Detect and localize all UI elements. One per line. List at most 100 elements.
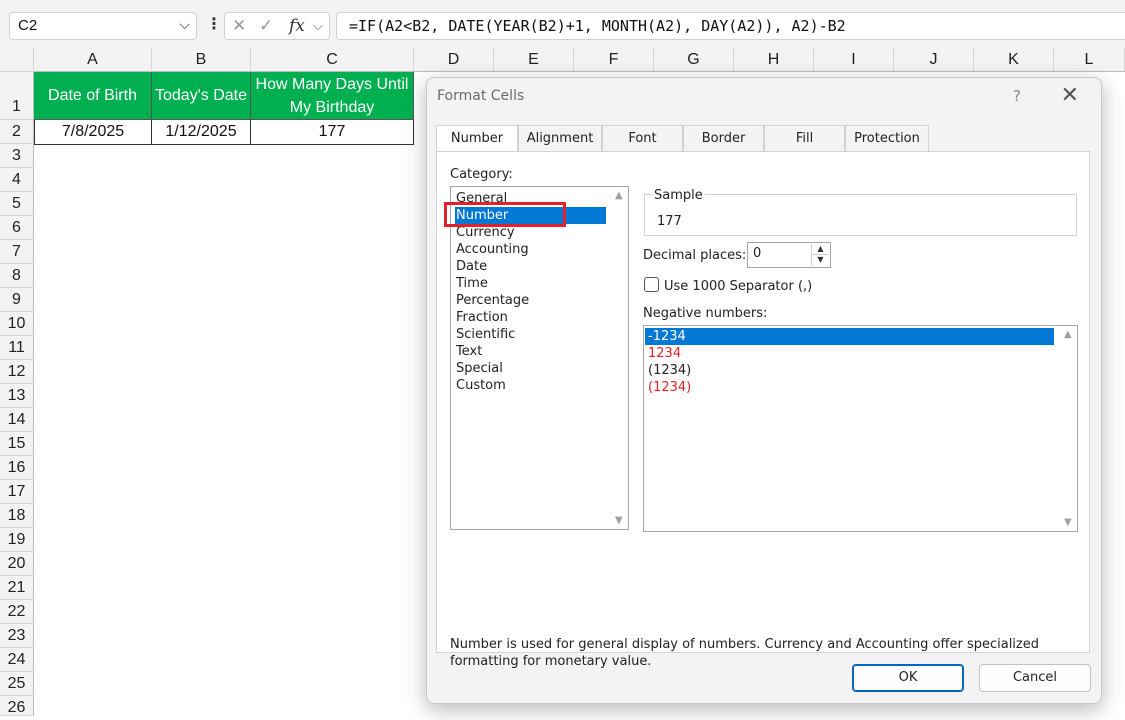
tab-alignment[interactable]: Alignment — [518, 125, 602, 151]
row-header-12[interactable]: 12 — [0, 360, 34, 384]
ok-button[interactable]: OK — [852, 664, 964, 692]
column-header-f[interactable]: F — [574, 48, 654, 72]
row-header-3[interactable]: 3 — [0, 144, 34, 168]
category-item-special[interactable]: Special — [455, 360, 606, 377]
row-header-24[interactable]: 24 — [0, 648, 34, 672]
row-header-15[interactable]: 15 — [0, 432, 34, 456]
category-item-scientific[interactable]: Scientific — [455, 326, 606, 343]
scroll-down-icon[interactable]: ▼ — [1064, 517, 1072, 528]
row-header-6[interactable]: 6 — [0, 216, 34, 240]
row-header-8[interactable]: 8 — [0, 264, 34, 288]
increment-icon[interactable]: ▲ — [812, 244, 829, 255]
category-item-date[interactable]: Date — [455, 258, 606, 275]
format-cells-dialog: Format Cells ? ✕ Number Alignment Font B… — [426, 77, 1102, 704]
column-header-g[interactable]: G — [654, 48, 734, 72]
insert-function-icon[interactable]: fx — [289, 16, 305, 36]
tab-fill[interactable]: Fill — [764, 125, 845, 151]
column-header-h[interactable]: H — [734, 48, 814, 72]
column-header-a[interactable]: A — [34, 48, 152, 72]
category-list[interactable]: General Number Currency Accounting Date … — [450, 186, 629, 530]
row-header-25[interactable]: 25 — [0, 672, 34, 696]
column-header-e[interactable]: E — [494, 48, 574, 72]
negative-numbers-scrollbar[interactable]: ▲ ▼ — [1061, 326, 1077, 531]
scroll-up-icon[interactable]: ▲ — [1064, 329, 1072, 340]
enter-icon[interactable]: ✓ — [259, 16, 273, 36]
row-header-13[interactable]: 13 — [0, 384, 34, 408]
close-icon[interactable]: ✕ — [1061, 83, 1079, 108]
formula-input[interactable]: =IF(A2<B2, DATE(YEAR(B2)+1, MONTH(A2), D… — [336, 12, 1125, 40]
row-header-19[interactable]: 19 — [0, 528, 34, 552]
category-item-fraction[interactable]: Fraction — [455, 309, 606, 326]
sample-value: 177 — [657, 214, 682, 229]
category-item-time[interactable]: Time — [455, 275, 606, 292]
cancel-icon[interactable]: ✕ — [232, 16, 246, 36]
category-item-percentage[interactable]: Percentage — [455, 292, 606, 309]
cell-a1[interactable]: Date of Birth — [34, 72, 152, 120]
name-box-value: C2 — [18, 17, 38, 34]
row-header-1[interactable]: 1 — [0, 72, 34, 120]
column-header-b[interactable]: B — [152, 48, 251, 72]
selection-highlight-box — [444, 202, 566, 227]
decimal-places-stepper[interactable]: 0 ▲ ▼ — [747, 242, 831, 268]
row-header-16[interactable]: 16 — [0, 456, 34, 480]
dialog-title: Format Cells — [437, 88, 525, 104]
row-header-5[interactable]: 5 — [0, 192, 34, 216]
column-header-l[interactable]: L — [1054, 48, 1125, 72]
row-header-2[interactable]: 2 — [0, 120, 34, 144]
row-header-10[interactable]: 10 — [0, 312, 34, 336]
row-header-9[interactable]: 9 — [0, 288, 34, 312]
cell-c1[interactable]: How Many Days Until My Birthday — [251, 72, 414, 120]
tab-font[interactable]: Font — [602, 125, 683, 151]
column-header-i[interactable]: I — [814, 48, 894, 72]
column-header-k[interactable]: K — [974, 48, 1054, 72]
category-scrollbar[interactable]: ▲ ▼ — [612, 187, 628, 529]
scroll-down-icon[interactable]: ▼ — [615, 515, 623, 526]
category-item-accounting[interactable]: Accounting — [455, 241, 606, 258]
negative-option-3[interactable]: (1234) — [645, 362, 691, 379]
row-header-17[interactable]: 17 — [0, 480, 34, 504]
more-options-icon[interactable]: ⋮ — [206, 14, 222, 33]
cancel-button[interactable]: Cancel — [979, 664, 1091, 692]
column-header-c[interactable]: C — [251, 48, 414, 72]
category-item-custom[interactable]: Custom — [455, 377, 606, 394]
negative-numbers-label: Negative numbers: — [643, 306, 768, 321]
cell-b2[interactable]: 1/12/2025 — [152, 120, 251, 145]
row-header-11[interactable]: 11 — [0, 336, 34, 360]
cell-c2[interactable]: 177 — [251, 120, 414, 145]
cell-b1[interactable]: Today's Date — [152, 72, 251, 120]
negative-option-4[interactable]: (1234) — [645, 379, 691, 396]
scroll-up-icon[interactable]: ▲ — [615, 190, 623, 201]
negative-numbers-list[interactable]: -1234 1234 (1234) (1234) ▲ ▼ — [643, 325, 1078, 532]
tab-number[interactable]: Number — [436, 125, 518, 152]
name-box[interactable]: C2 ⌵ — [9, 12, 197, 40]
decimal-places-value: 0 — [753, 246, 762, 261]
row-header-26[interactable]: 26 — [0, 696, 34, 716]
row-header-22[interactable]: 22 — [0, 600, 34, 624]
row-header-18[interactable]: 18 — [0, 504, 34, 528]
decimal-places-label: Decimal places: — [643, 248, 747, 263]
tab-border[interactable]: Border — [683, 125, 764, 151]
decrement-icon[interactable]: ▼ — [812, 255, 829, 265]
row-header-21[interactable]: 21 — [0, 576, 34, 600]
column-header-j[interactable]: J — [894, 48, 974, 72]
chevron-down-icon[interactable]: ⌵ — [179, 17, 190, 33]
formula-bar: C2 ⌵ ⋮ ✕ ✓ fx ⌵ =IF(A2<B2, DATE(YEAR(B2)… — [0, 0, 1125, 48]
row-header-4[interactable]: 4 — [0, 168, 34, 192]
tab-protection[interactable]: Protection — [845, 125, 929, 151]
category-label: Category: — [450, 167, 513, 182]
category-item-text[interactable]: Text — [455, 343, 606, 360]
cell-a2[interactable]: 7/8/2025 — [34, 120, 152, 145]
negative-option-1[interactable]: -1234 — [645, 328, 1054, 345]
thousands-separator-checkbox[interactable] — [644, 277, 659, 292]
number-tab-panel: Category: General Number Currency Accoun… — [436, 151, 1090, 669]
help-icon[interactable]: ? — [1013, 87, 1021, 105]
stepper-buttons: ▲ ▼ — [811, 244, 829, 266]
row-header-14[interactable]: 14 — [0, 408, 34, 432]
negative-option-2[interactable]: 1234 — [645, 345, 681, 362]
row-header-23[interactable]: 23 — [0, 624, 34, 648]
select-all-corner[interactable] — [0, 48, 34, 72]
column-header-d[interactable]: D — [414, 48, 494, 72]
chevron-down-icon[interactable]: ⌵ — [313, 19, 323, 34]
row-header-7[interactable]: 7 — [0, 240, 34, 264]
row-header-20[interactable]: 20 — [0, 552, 34, 576]
